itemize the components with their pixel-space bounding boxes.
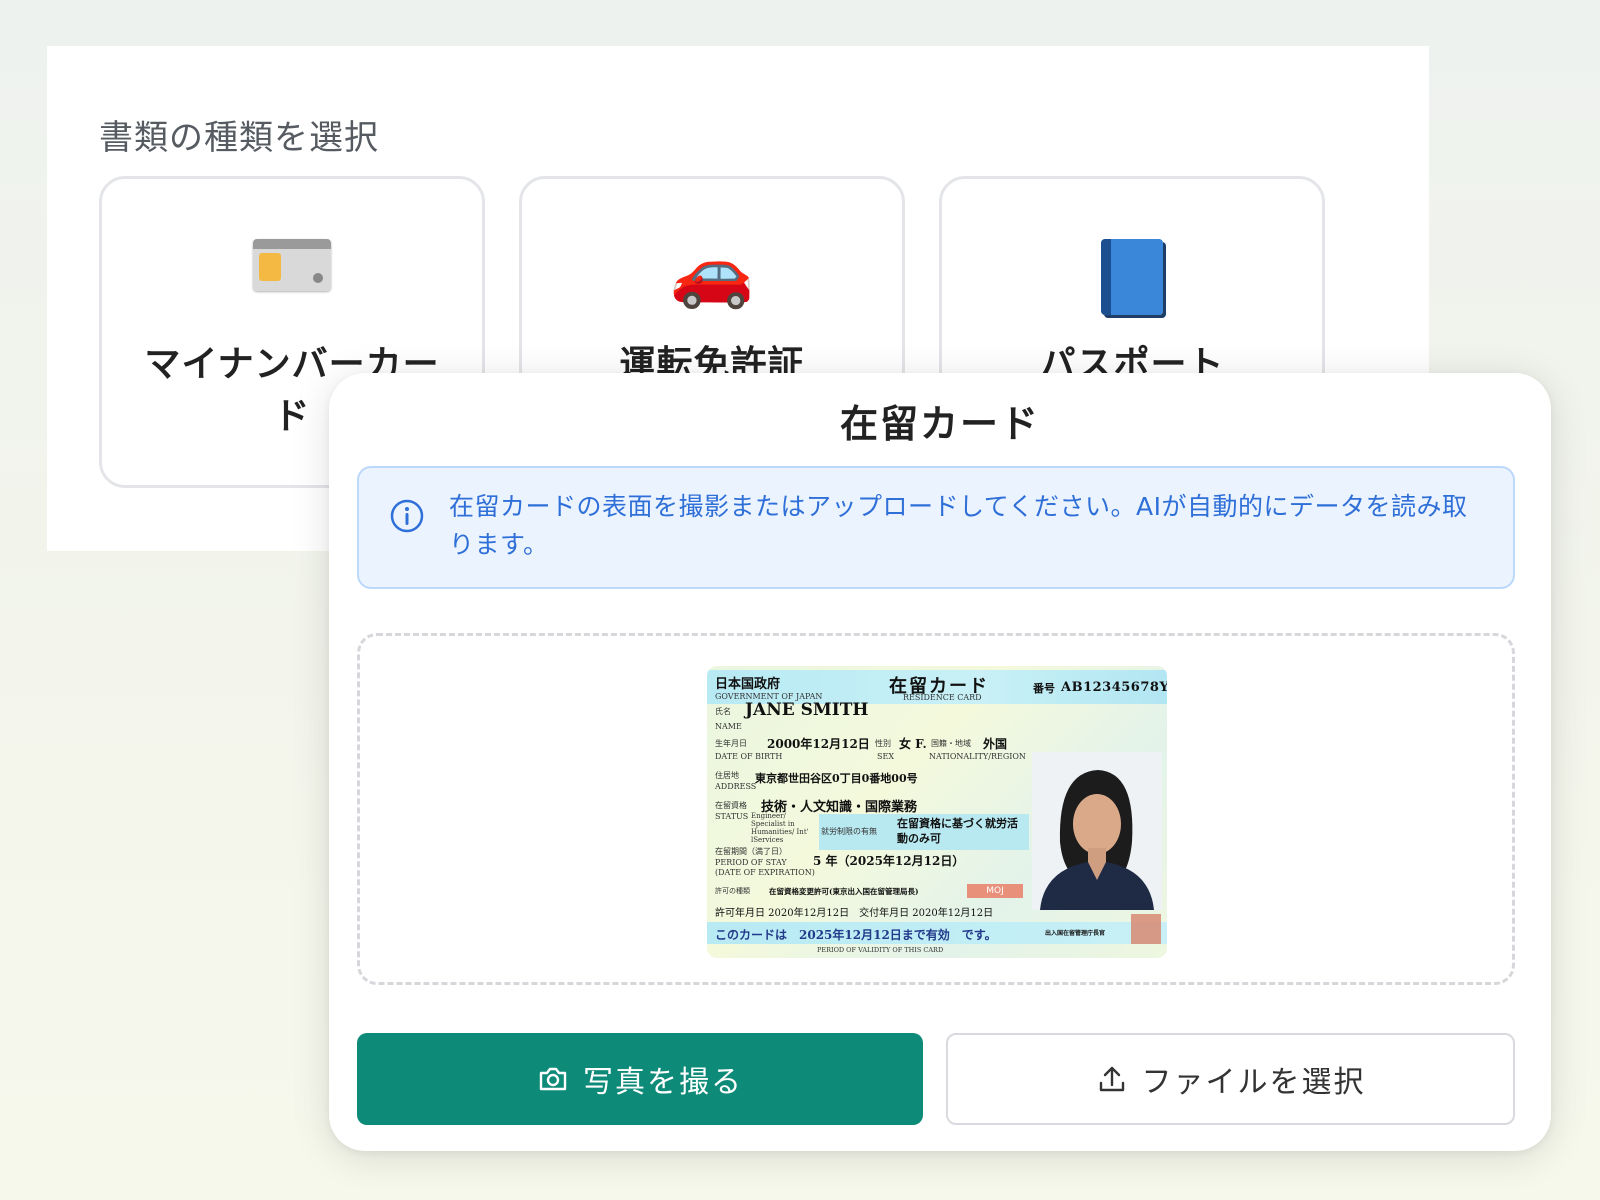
card-permit-label: 許可の種類 bbox=[715, 887, 750, 895]
id-card-icon bbox=[253, 239, 331, 291]
card-gov: 日本国政府 bbox=[715, 677, 781, 692]
card-dob-label: 生年月日 bbox=[715, 739, 747, 748]
upload-icon bbox=[1099, 1066, 1124, 1092]
residence-card-modal: 在留カード 在留カードの表面を撮影またはアップロードしてください。AIが自動的に… bbox=[329, 373, 1551, 1151]
card-name-label: 氏名 bbox=[715, 707, 731, 716]
section-title: 書類の種類を選択 bbox=[99, 118, 379, 158]
card-number-label: 番号 bbox=[1033, 682, 1055, 695]
card-period-label: 在留期間（満了日） bbox=[715, 847, 787, 856]
card-address: 東京都世田谷区0丁目0番地00号 bbox=[755, 772, 918, 785]
card-permit: 在留資格変更許可(東京出入国在留管理局長) bbox=[769, 887, 919, 896]
card-address-en: ADDRESS bbox=[715, 782, 757, 791]
card-status-label: 在留資格 bbox=[715, 801, 747, 810]
card-nationality-en: NATIONALITY/REGION bbox=[929, 752, 1026, 761]
card-name-en-label: NAME bbox=[715, 722, 742, 731]
modal-title: 在留カード bbox=[839, 402, 1040, 446]
card-sex-label: 性別 bbox=[875, 739, 891, 748]
card-address-label: 住居地 bbox=[715, 771, 739, 780]
card-name: JANE SMITH bbox=[745, 700, 869, 720]
card-photo bbox=[1032, 752, 1162, 910]
card-work-text: 在留資格に基づく就労活動のみ可 bbox=[897, 817, 1018, 845]
card-dob-en: DATE OF BIRTH bbox=[715, 752, 783, 761]
card-permit-date: 許可年月日 2020年12月12日 交付年月日 2020年12月12日 bbox=[715, 908, 994, 919]
card-number: AB12345678YZ bbox=[1061, 680, 1167, 695]
choose-file-label: ファイルを選択 bbox=[1141, 1065, 1366, 1100]
card-nationality: 外国 bbox=[983, 737, 1008, 751]
card-period: 5 年（2025年12月12日） bbox=[813, 854, 965, 868]
card-status-en: STATUS bbox=[715, 812, 749, 821]
card-title-en: RESIDENCE CARD bbox=[903, 693, 982, 702]
choose-file-button[interactable]: ファイルを選択 bbox=[946, 1033, 1515, 1125]
card-status-en-detail: Engineer/ Specialist in Humanities/ Int'… bbox=[751, 812, 809, 844]
residence-card-preview: 日本国政府 GOVERNMENT OF JAPAN 在留カード RESIDENC… bbox=[707, 666, 1167, 958]
card-validity-en: PERIOD OF VALIDITY OF THIS CARD bbox=[817, 946, 944, 954]
car-icon: 🚗 bbox=[669, 233, 755, 312]
card-sex-en: SEX bbox=[877, 752, 895, 761]
take-photo-label: 写真を撮る bbox=[583, 1065, 743, 1100]
upload-drop-zone[interactable]: 日本国政府 GOVERNMENT OF JAPAN 在留カード RESIDENC… bbox=[357, 633, 1515, 985]
card-period-en: PERIOD OF STAY (DATE OF EXPIRATION) bbox=[715, 858, 815, 877]
card-issuer: 出入国在留管理庁長官 bbox=[1045, 930, 1106, 937]
passport-book-icon bbox=[1101, 239, 1163, 315]
camera-icon bbox=[539, 1067, 567, 1091]
info-icon bbox=[390, 499, 424, 533]
portrait-icon bbox=[1032, 752, 1162, 910]
info-banner: 在留カードの表面を撮影またはアップロードしてください。AIが自動的にデータを読み… bbox=[357, 466, 1515, 589]
take-photo-button[interactable]: 写真を撮る bbox=[357, 1033, 923, 1125]
card-validity: このカードは 2025年12月12日まで有効 です。 bbox=[715, 928, 997, 942]
card-dob: 2000年12月12日 bbox=[767, 737, 870, 751]
card-seal-stamp bbox=[1131, 914, 1161, 944]
card-moj-mark: MOJ bbox=[967, 884, 1023, 898]
card-nationality-label: 国籍・地域 bbox=[931, 739, 971, 748]
card-work-label: 就労制限の有無 bbox=[821, 827, 877, 836]
card-sex: 女 F. bbox=[899, 737, 927, 751]
info-text: 在留カードの表面を撮影またはアップロードしてください。AIが自動的にデータを読み… bbox=[449, 492, 1468, 559]
